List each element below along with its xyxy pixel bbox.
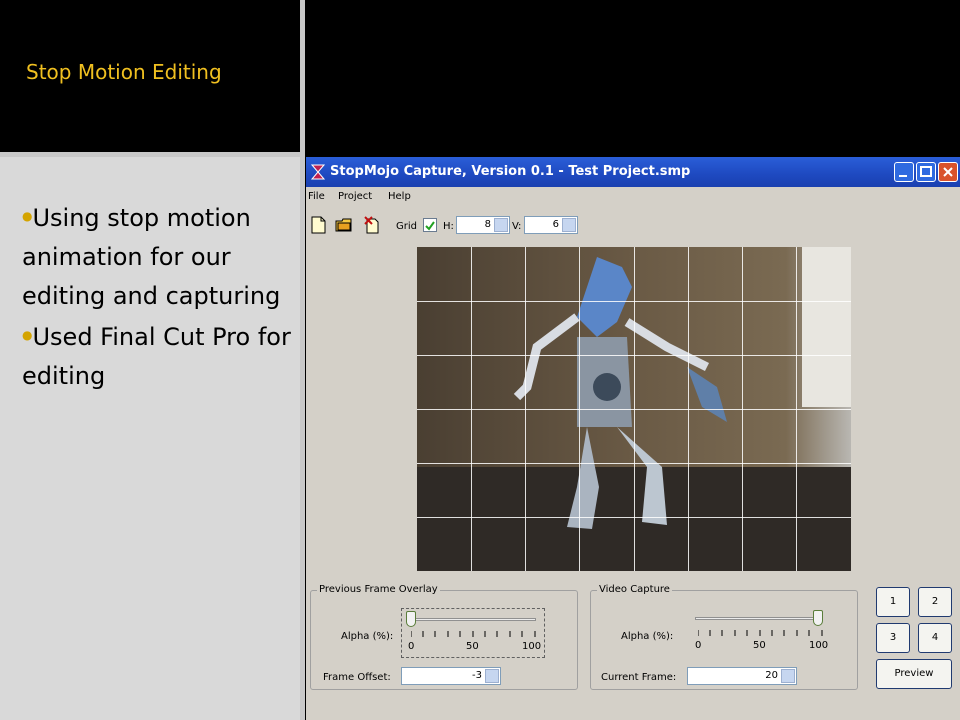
grid-checkbox[interactable] (423, 218, 437, 232)
slide-title: Stop Motion Editing (26, 60, 222, 84)
tick-label: 0 (408, 641, 415, 652)
capture-group-title: Video Capture (597, 584, 672, 595)
vertical-divider (300, 0, 305, 720)
tick-label: 0 (695, 640, 702, 651)
overlay-group-title: Previous Frame Overlay (317, 584, 440, 595)
frame-offset-label: Frame Offset: (323, 672, 391, 683)
slider-track (695, 617, 823, 620)
menu-bar: File Project Help (306, 189, 960, 207)
bullet-item: ●Used Final Cut Pro for editing (22, 316, 292, 396)
tick-label: 100 (809, 640, 829, 651)
spinner-arrows-icon[interactable] (494, 218, 508, 232)
bullet-list: ●Using stop motion animation for our edi… (22, 197, 292, 396)
button-3[interactable]: 3 (876, 623, 910, 653)
grid-line (417, 463, 851, 464)
current-frame-value: 20 (765, 670, 778, 681)
grid-line (417, 301, 851, 302)
slider-track (408, 618, 536, 621)
current-frame-label: Current Frame: (601, 672, 677, 683)
bullet-text: Used Final Cut Pro for editing (22, 323, 291, 390)
video-preview (417, 247, 851, 571)
maximize-icon (920, 166, 932, 177)
app-icon (310, 164, 326, 180)
button-1[interactable]: 1 (876, 587, 910, 617)
frame-offset-spinner[interactable]: -3 (401, 667, 501, 685)
current-frame-spinner[interactable]: 20 (687, 667, 797, 685)
capture-alpha-thumb[interactable] (813, 610, 823, 626)
frame-offset-value: -3 (472, 670, 482, 681)
menu-file[interactable]: File (308, 191, 325, 202)
new-project-icon[interactable] (308, 215, 328, 235)
button-4[interactable]: 4 (918, 623, 952, 653)
grid-line (417, 517, 851, 518)
close-button[interactable] (938, 162, 958, 182)
grid-v-value: 6 (552, 219, 559, 230)
bullet-item: ●Using stop motion animation for our edi… (22, 197, 292, 316)
capture-alpha-label: Alpha (%): (621, 631, 674, 642)
delete-icon[interactable] (362, 215, 382, 235)
button-2[interactable]: 2 (918, 587, 952, 617)
minimize-icon (899, 175, 907, 177)
menu-help[interactable]: Help (388, 191, 411, 202)
slider-ticks (411, 631, 536, 637)
bullet-dot-icon: ● (22, 328, 33, 342)
slide-title-area: Stop Motion Editing (0, 0, 300, 152)
spinner-arrows-icon[interactable] (485, 669, 499, 683)
video-capture-group: Video Capture Alpha (%): 0 50 100 Curren… (590, 584, 858, 690)
tick-label: 100 (522, 641, 542, 652)
bullet-panel: ●Using stop motion animation for our edi… (0, 157, 300, 720)
slider-ticks (698, 630, 823, 636)
overlay-alpha-thumb[interactable] (406, 611, 416, 627)
h-label: H: (443, 221, 454, 232)
v-label: V: (512, 221, 522, 232)
tick-label: 50 (466, 641, 479, 652)
overlay-alpha-slider[interactable]: 0 50 100 (401, 608, 545, 658)
grid-line (417, 409, 851, 410)
grid-h-spinner[interactable]: 8 (456, 216, 510, 234)
grid-v-spinner[interactable]: 6 (524, 216, 578, 234)
bullet-dot-icon: ● (22, 209, 33, 223)
close-icon (943, 167, 953, 177)
window-title: StopMojo Capture, Version 0.1 - Test Pro… (330, 164, 691, 179)
open-project-icon[interactable] (334, 215, 354, 235)
spinner-arrows-icon[interactable] (781, 669, 795, 683)
grid-line (417, 355, 851, 356)
minimize-button[interactable] (894, 162, 914, 182)
preview-button[interactable]: Preview (876, 659, 952, 689)
previous-frame-overlay-group: Previous Frame Overlay Alpha (%): 0 50 1… (310, 584, 578, 690)
grid-label: Grid (396, 221, 417, 232)
bullet-text: Using stop motion animation for our edit… (22, 204, 281, 310)
tick-label: 50 (753, 640, 766, 651)
spinner-arrows-icon[interactable] (562, 218, 576, 232)
maximize-button[interactable] (916, 162, 936, 182)
capture-alpha-slider[interactable]: 0 50 100 (689, 608, 833, 658)
overlay-alpha-label: Alpha (%): (341, 631, 394, 642)
toolbar: Grid H: 8 V: 6 (306, 213, 960, 239)
window-titlebar[interactable]: StopMojo Capture, Version 0.1 - Test Pro… (306, 157, 960, 187)
grid-h-value: 8 (484, 219, 491, 230)
menu-project[interactable]: Project (338, 191, 372, 202)
stopmojo-window: StopMojo Capture, Version 0.1 - Test Pro… (306, 157, 960, 720)
checkmark-icon (425, 221, 435, 231)
